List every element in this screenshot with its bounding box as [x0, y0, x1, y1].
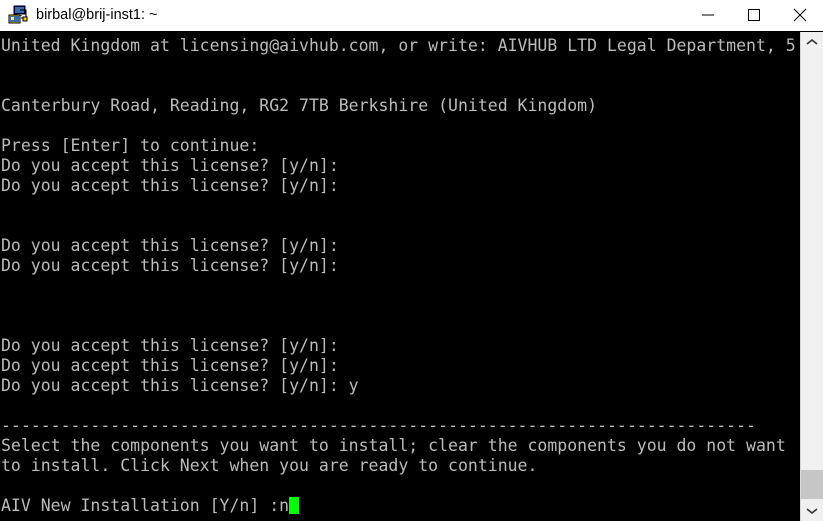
scrollbar-thumb[interactable]: [801, 470, 823, 499]
terminal-line: Select the components you want to instal…: [1, 436, 786, 455]
terminal-line: Do you accept this license? [y/n]:: [1, 236, 339, 255]
maximize-button[interactable]: [731, 0, 777, 31]
terminal-screen: United Kingdom at licensing@aivhub.com, …: [0, 32, 800, 516]
scrollbar-up-arrow[interactable]: [801, 32, 823, 53]
terminal-line: Do you accept this license? [y/n]:: [1, 356, 339, 375]
terminal-cursor: [289, 497, 300, 514]
window-title: birbal@brij-inst1: ~: [36, 6, 158, 23]
terminal-scrollbar[interactable]: [800, 32, 823, 521]
terminal-line: Do you accept this license? [y/n]:: [1, 336, 339, 355]
scrollbar-track[interactable]: [801, 53, 823, 470]
terminal-line: Canterbury Road, Reading, RG2 7TB Berksh…: [1, 96, 598, 115]
terminal-line: ----------------------------------------…: [1, 416, 756, 435]
terminal-line: United Kingdom at licensing@aivhub.com, …: [1, 36, 796, 55]
minimize-button[interactable]: [685, 0, 731, 31]
window-titlebar[interactable]: birbal@brij-inst1: ~: [0, 0, 823, 31]
putty-computer-icon: [8, 5, 28, 25]
terminal-line: Press [Enter] to continue:: [1, 136, 260, 155]
scrollbar-down-arrow[interactable]: [801, 500, 823, 521]
terminal-line: Do you accept this license? [y/n]:: [1, 176, 339, 195]
terminal-line: Do you accept this license? [y/n]:: [1, 256, 339, 275]
terminal-prompt-text: AIV New Installation [Y/n] :n: [1, 496, 290, 515]
terminal-line: AIV New Installation [Y/n] :n: [1, 496, 800, 516]
terminal-line: to install. Click Next when you are read…: [1, 456, 538, 475]
terminal-line: Do you accept this license? [y/n]:: [1, 156, 339, 175]
terminal-line: Do you accept this license? [y/n]: y: [1, 376, 359, 395]
terminal-output-area[interactable]: United Kingdom at licensing@aivhub.com, …: [0, 32, 800, 521]
putty-terminal-window: birbal@brij-inst1: ~ United Kingdom at l…: [0, 0, 823, 521]
close-button[interactable]: [777, 0, 823, 31]
